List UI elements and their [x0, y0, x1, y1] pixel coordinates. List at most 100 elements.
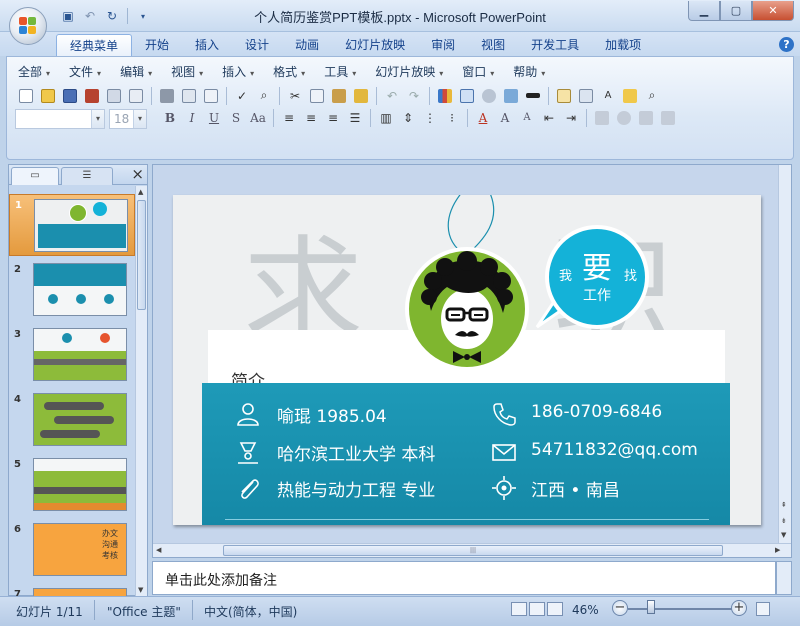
menu-window[interactable]: 窗口 ▾ — [459, 63, 502, 81]
scroll-down-icon[interactable]: ▼ — [781, 531, 786, 539]
align-center-icon[interactable]: ≡ — [300, 107, 322, 128]
new-document-icon[interactable] — [15, 85, 37, 106]
horizontal-scroll-thumb[interactable]: ||| — [223, 545, 723, 556]
attach-icon[interactable] — [125, 85, 147, 106]
tab-view[interactable]: 视图 — [468, 34, 518, 56]
tab-design[interactable]: 设计 — [232, 34, 282, 56]
cut-icon[interactable]: ✂ — [284, 85, 306, 106]
zoom-in-icon[interactable]: + — [731, 600, 747, 616]
menu-tools[interactable]: 工具 ▾ — [321, 63, 364, 81]
zoom-slider-track[interactable] — [628, 608, 734, 610]
shapes-icon[interactable] — [613, 107, 635, 128]
print-preview-icon[interactable] — [178, 85, 200, 106]
tab-home[interactable]: 开始 — [132, 34, 182, 56]
zoom-level[interactable]: 46% — [572, 603, 599, 617]
text-box-icon[interactable]: A — [597, 85, 619, 106]
zoom-out-icon[interactable]: − — [612, 600, 628, 616]
scroll-up-icon[interactable]: ▲ — [138, 188, 143, 196]
numbering-icon[interactable]: ⋮ — [419, 107, 441, 128]
slide-horizontal-scrollbar[interactable]: ◀ ||| ▶ — [153, 543, 791, 557]
menu-help[interactable]: 帮助 ▾ — [510, 63, 553, 81]
previous-slide-icon[interactable]: ⇞ — [781, 501, 787, 509]
print-icon[interactable] — [156, 85, 178, 106]
close-button[interactable]: ✕ — [752, 1, 794, 21]
menu-slide-show[interactable]: 幻灯片放映 ▾ — [372, 63, 451, 81]
slide-canvas[interactable]: 求 职 简介 — [173, 195, 761, 525]
permission-icon[interactable] — [81, 85, 103, 106]
line-spacing-icon[interactable]: ⇕ — [397, 107, 419, 128]
tab-review[interactable]: 审阅 — [418, 34, 468, 56]
close-icon[interactable]: × — [131, 165, 144, 183]
clip-art-icon[interactable] — [478, 85, 500, 106]
paste-icon[interactable] — [328, 85, 350, 106]
italic-icon[interactable]: I — [181, 107, 203, 128]
menu-all[interactable]: 全部 ▾ — [15, 63, 58, 81]
zoom-slider-handle[interactable] — [647, 600, 655, 614]
next-slide-icon[interactable]: ⇟ — [781, 517, 787, 525]
copy-icon[interactable] — [306, 85, 328, 106]
thumbnail-item[interactable]: 5 — [9, 454, 135, 516]
save-icon[interactable] — [59, 85, 81, 106]
change-case-icon[interactable]: Aa — [247, 107, 269, 128]
thumbnail-scrollbar[interactable]: ▲ ▼ — [135, 186, 147, 596]
tab-add-ins[interactable]: 加载项 — [592, 34, 654, 56]
normal-view-icon[interactable] — [511, 602, 527, 616]
slide-show-icon[interactable] — [547, 602, 563, 616]
tab-developer[interactable]: 开发工具 — [518, 34, 592, 56]
scroll-right-icon[interactable]: ▶ — [775, 546, 780, 554]
zoom-icon[interactable]: ⌕ — [641, 85, 663, 106]
increase-indent-icon[interactable]: ⇥ — [560, 107, 582, 128]
scroll-thumb[interactable] — [137, 200, 146, 310]
shrink-font-icon[interactable]: A — [516, 107, 538, 128]
tab-slides[interactable]: ▭ — [11, 167, 59, 185]
thumbnail-item[interactable]: 4 — [9, 389, 135, 451]
thumbnail-item[interactable]: 2 — [9, 259, 135, 321]
office-button[interactable] — [9, 7, 47, 45]
fit-to-window-icon[interactable] — [756, 602, 770, 616]
redo-icon[interactable]: ↷ — [403, 85, 425, 106]
grow-font-icon[interactable]: A — [494, 107, 516, 128]
spelling-icon[interactable]: ✓ — [231, 85, 253, 106]
underline-icon[interactable]: U — [203, 107, 225, 128]
page-setup-icon[interactable] — [200, 85, 222, 106]
research-icon[interactable]: ⌕ — [253, 85, 275, 106]
arrange-icon[interactable] — [591, 107, 613, 128]
align-left-icon[interactable]: ≡ — [278, 107, 300, 128]
font-size-combo[interactable]: 18 ▾ — [109, 109, 147, 129]
language-indicator[interactable]: 中文(简体，中国) — [204, 603, 297, 620]
bold-icon[interactable]: B — [159, 107, 181, 128]
send-mail-icon[interactable] — [103, 85, 125, 106]
open-folder-icon[interactable] — [619, 85, 641, 106]
new-slide-icon[interactable] — [553, 85, 575, 106]
font-color-icon[interactable]: A — [472, 107, 494, 128]
layout-icon[interactable] — [575, 85, 597, 106]
tab-classic-menu[interactable]: 经典菜单 — [56, 34, 133, 56]
scroll-left-icon[interactable]: ◀ — [156, 546, 161, 554]
menu-insert[interactable]: 插入 ▾ — [219, 63, 262, 81]
decrease-indent-icon[interactable]: ⇤ — [538, 107, 560, 128]
menu-edit[interactable]: 编辑 ▾ — [117, 63, 160, 81]
columns-icon[interactable]: ▥ — [375, 107, 397, 128]
thumbnail-item[interactable]: 6 办文 沟通 考核 — [9, 519, 135, 581]
thumbnail-item[interactable]: 7 — [9, 584, 135, 596]
align-right-icon[interactable]: ≡ — [322, 107, 344, 128]
tab-slide-show[interactable]: 幻灯片放映 — [332, 34, 418, 56]
notes-pane[interactable]: 单击此处添加备注 — [152, 561, 776, 595]
strikethrough-icon[interactable]: S — [225, 107, 247, 128]
open-folder-icon[interactable] — [37, 85, 59, 106]
help-icon[interactable]: ? — [779, 37, 794, 52]
tab-animations[interactable]: 动画 — [282, 34, 332, 56]
bullets-icon[interactable]: ⁝ — [441, 107, 463, 128]
menu-view[interactable]: 视图 ▾ — [168, 63, 211, 81]
undo-icon[interactable]: ↶ — [381, 85, 403, 106]
scroll-down-icon[interactable]: ▼ — [138, 586, 143, 594]
slide-vertical-scrollbar[interactable]: ⇞ ⇟ ▼ — [778, 165, 791, 543]
justify-icon[interactable]: ☰ — [344, 107, 366, 128]
maximize-button[interactable]: ▢ — [720, 1, 752, 21]
menu-file[interactable]: 文件 ▾ — [66, 63, 109, 81]
insert-chart-icon[interactable] — [434, 85, 456, 106]
minimize-button[interactable]: ▁ — [688, 1, 720, 21]
thumbnail-item[interactable]: 1 — [9, 194, 135, 256]
notes-scrollbar[interactable] — [776, 561, 792, 595]
tab-outline[interactable]: ☰ — [61, 167, 113, 185]
